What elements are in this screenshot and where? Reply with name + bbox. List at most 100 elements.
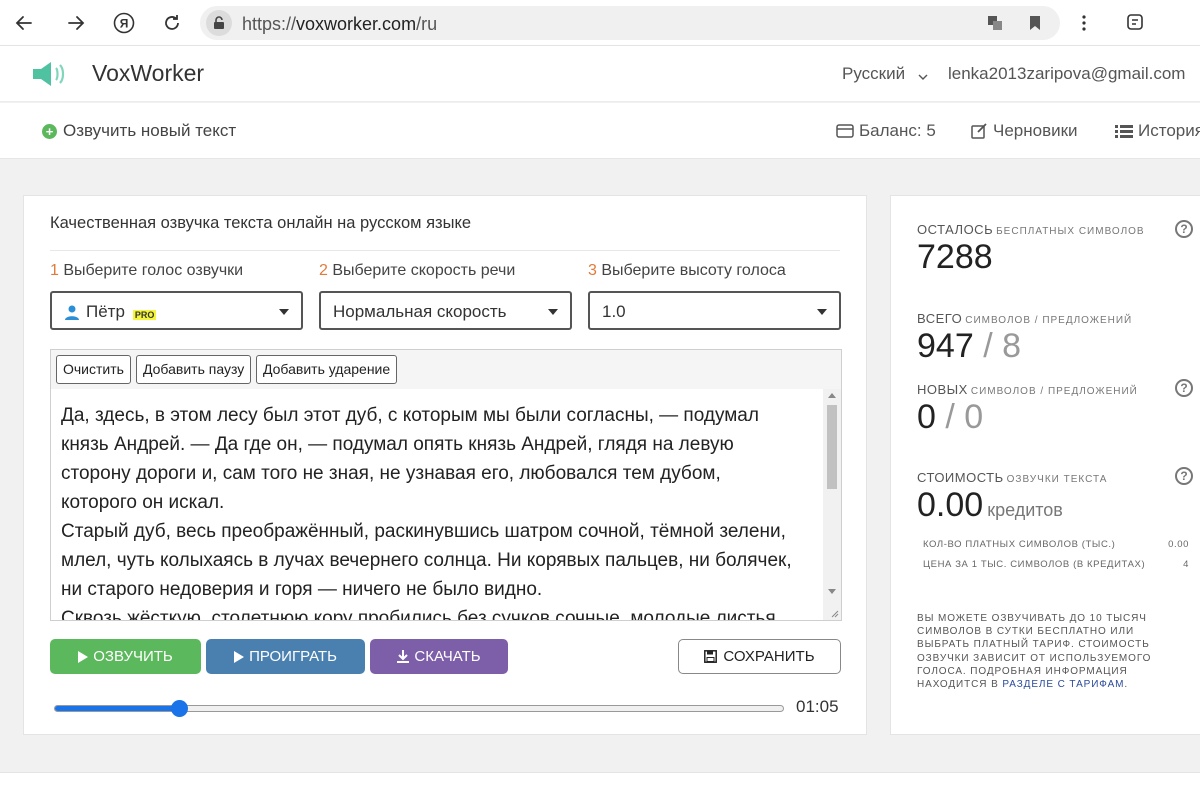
text-editor: Очистить Добавить паузу Добавить ударени… xyxy=(50,349,842,621)
text-line: Да, здесь, в этом лесу был этот дуб, с к… xyxy=(61,405,759,426)
history-label: История xyxy=(1138,121,1200,140)
save-button[interactable]: СОХРАНИТЬ xyxy=(678,639,841,674)
text-line: сторону дороги и, сам того не зная, не у… xyxy=(61,463,721,484)
list-icon xyxy=(1115,125,1133,138)
play-icon xyxy=(78,650,89,663)
new-text-link[interactable]: + Озвучить новый текст xyxy=(42,121,236,141)
tts-panel: Качественная озвучка текста онлайн на ру… xyxy=(23,195,867,735)
play-button[interactable]: ПРОИГРАТЬ xyxy=(206,639,365,674)
svg-text:Я: Я xyxy=(120,17,129,31)
panel-title: Качественная озвучка текста онлайн на ру… xyxy=(50,214,472,232)
plus-circle-icon: + xyxy=(42,123,57,139)
slider-thumb[interactable] xyxy=(170,700,188,717)
extensions-icon[interactable] xyxy=(1122,9,1150,37)
play-icon xyxy=(234,650,245,663)
text-input[interactable]: Да, здесь, в этом лесу был этот дуб, с к… xyxy=(51,389,823,620)
lock-icon[interactable] xyxy=(206,10,232,36)
user-email[interactable]: lenka2013zaripova@gmail.com xyxy=(948,64,1185,84)
text-line: млел, чуть колыхаясь в лучах вечернего с… xyxy=(61,550,792,571)
user-icon xyxy=(65,305,79,320)
text-line: ни старого недоверия и горя — ничего не … xyxy=(61,579,543,600)
site-header: VoxWorker Русский lenka2013zaripova@gmai… xyxy=(0,46,1200,102)
download-button-label: СКАЧАТЬ xyxy=(414,648,481,665)
scroll-down-icon[interactable] xyxy=(828,589,836,594)
resize-grip-icon[interactable] xyxy=(829,608,839,618)
balance-label: Баланс: 5 xyxy=(859,121,936,140)
save-button-label: СОХРАНИТЬ xyxy=(723,648,815,665)
add-pause-button[interactable]: Добавить паузу xyxy=(136,355,252,384)
download-button[interactable]: СКАЧАТЬ xyxy=(370,639,508,674)
step-voice-label: 1 Выберите голос озвучки xyxy=(50,262,244,279)
forward-icon[interactable] xyxy=(62,9,90,37)
step-pitch-label: 3 Выберите высоту голоса xyxy=(588,262,786,279)
cost-value: 0.00 кредитов xyxy=(917,486,1063,524)
step-speed-label: 2 Выберите скорость речи xyxy=(319,262,516,279)
menu-dots-icon[interactable] xyxy=(1070,9,1098,37)
drafts-link[interactable]: Черновики xyxy=(971,121,1078,141)
speed-value: Нормальная скорость xyxy=(333,302,507,321)
address-bar[interactable]: https://voxworker.com/ru xyxy=(200,6,1060,40)
edit-icon xyxy=(971,123,987,139)
logo-text[interactable]: VoxWorker xyxy=(92,60,204,87)
text-line: которого он искал. xyxy=(61,492,225,513)
text-line: Сквозь жёсткую, столетнюю кору пробились… xyxy=(61,608,776,620)
speaker-logo-icon[interactable] xyxy=(30,60,70,93)
stats-panel: ОСТАЛОСЬ БЕСПЛАТНЫХ СИМВОЛОВ ? 7288 ВСЕГО… xyxy=(890,195,1200,735)
remaining-value: 7288 xyxy=(917,238,993,276)
drafts-label: Черновики xyxy=(993,121,1078,140)
history-link[interactable]: История xyxy=(1115,121,1200,141)
wallet-icon xyxy=(836,124,854,138)
pitch-value: 1.0 xyxy=(602,302,626,321)
sub-navigation: + Озвучить новый текст Баланс: 5 Чернови… xyxy=(0,103,1200,159)
balance-link[interactable]: Баланс: 5 xyxy=(836,121,936,141)
audio-time: 01:05 xyxy=(796,697,839,716)
caret-down-icon xyxy=(548,309,558,315)
pro-badge: PRO xyxy=(132,310,157,320)
price-row: ЦЕНА ЗА 1 ТЫС. СИМВОЛОВ (В КРЕДИТАХ) 4 xyxy=(923,559,1189,570)
reload-icon[interactable] xyxy=(158,9,186,37)
chevron-down-icon[interactable] xyxy=(918,68,928,86)
clear-button[interactable]: Очистить xyxy=(56,355,131,384)
back-icon[interactable] xyxy=(10,9,38,37)
language-selector[interactable]: Русский xyxy=(842,64,905,84)
info-note: ВЫ МОЖЕТЕ ОЗВУЧИВАТЬ ДО 10 ТЫСЯЧ СИМВОЛО… xyxy=(917,613,1152,691)
scroll-up-icon[interactable] xyxy=(828,393,836,398)
text-line: князь Андрей. — Да где он, — подумал опя… xyxy=(61,434,734,455)
translate-icon[interactable] xyxy=(986,14,1004,32)
remaining-label: ОСТАЛОСЬ БЕСПЛАТНЫХ СИМВОЛОВ xyxy=(917,222,1145,237)
caret-down-icon xyxy=(817,309,827,315)
speed-select[interactable]: Нормальная скорость xyxy=(319,291,572,330)
play-button-label: ПРОИГРАТЬ xyxy=(249,648,337,665)
help-icon[interactable]: ? xyxy=(1175,220,1193,238)
pitch-select[interactable]: 1.0 xyxy=(588,291,841,330)
yandex-icon[interactable]: Я xyxy=(110,9,138,37)
add-stress-button[interactable]: Добавить ударение xyxy=(256,355,398,384)
page-footer xyxy=(0,772,1200,800)
scroll-thumb[interactable] xyxy=(827,405,837,489)
new-value: 0 / 0 xyxy=(917,398,984,436)
new-label: НОВЫХ СИМВОЛОВ / ПРЕДЛОЖЕНИЙ xyxy=(917,382,1138,397)
bookmark-icon[interactable] xyxy=(1026,14,1044,32)
download-icon xyxy=(397,650,410,663)
browser-toolbar: Я https://voxworker.com/ru xyxy=(0,0,1200,46)
cost-label: СТОИМОСТЬ ОЗВУЧКИ ТЕКСТА xyxy=(917,470,1108,485)
total-label: ВСЕГО СИМВОЛОВ / ПРЕДЛОЖЕНИЙ xyxy=(917,311,1133,326)
text-scrollbar[interactable] xyxy=(823,389,841,620)
text-line: Старый дуб, весь преображённый, раскинув… xyxy=(61,521,786,542)
help-icon[interactable]: ? xyxy=(1175,467,1193,485)
voice-button-label: ОЗВУЧИТЬ xyxy=(93,648,173,665)
url-text[interactable]: https://voxworker.com/ru xyxy=(242,14,437,35)
total-value: 947 / 8 xyxy=(917,327,1022,365)
audio-progress-slider[interactable] xyxy=(54,700,784,717)
caret-down-icon xyxy=(279,309,289,315)
divider xyxy=(50,250,840,251)
voice-button[interactable]: ОЗВУЧИТЬ xyxy=(50,639,201,674)
floppy-disk-icon xyxy=(704,650,718,663)
voice-value: Пётр xyxy=(86,302,125,321)
help-icon[interactable]: ? xyxy=(1175,379,1193,397)
voice-select[interactable]: Пётр PRO xyxy=(50,291,303,330)
progress-fill xyxy=(55,706,179,711)
new-text-label: Озвучить новый текст xyxy=(63,121,237,140)
tariffs-link[interactable]: РАЗДЕЛЕ С ТАРИФАМ xyxy=(1002,679,1124,690)
paid-chars-row: КОЛ-ВО ПЛАТНЫХ СИМВОЛОВ (ТЫС.) 0.00 xyxy=(923,539,1189,550)
